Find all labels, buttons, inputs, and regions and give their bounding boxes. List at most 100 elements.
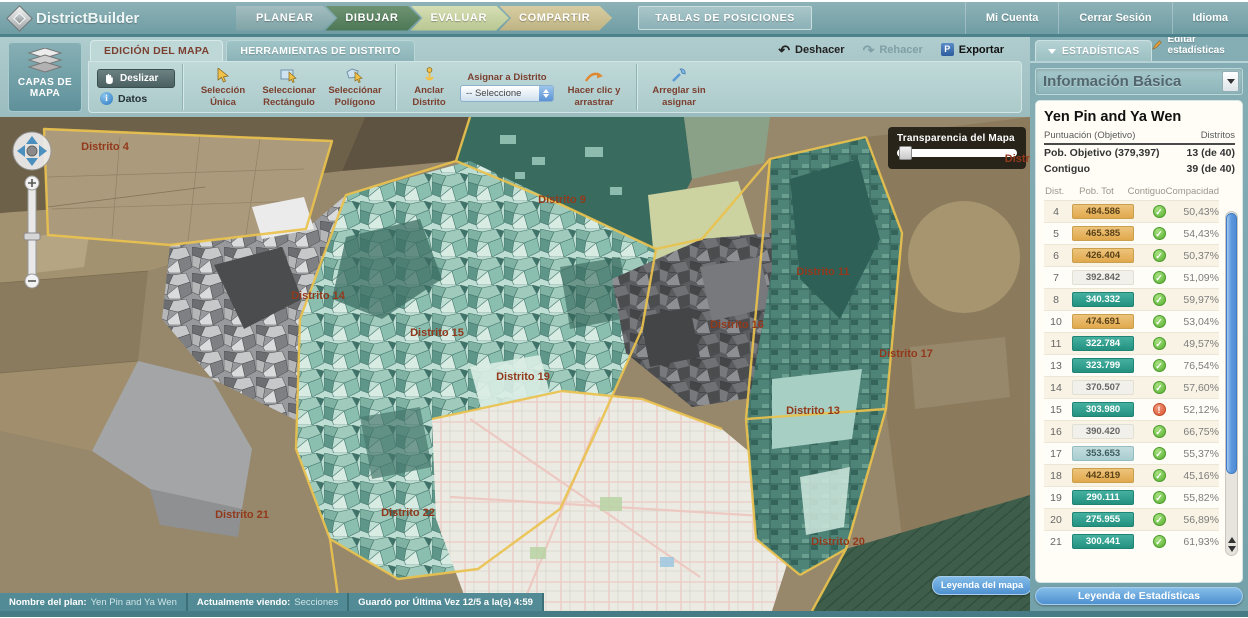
single-select-tool[interactable]: Selección Única (190, 66, 256, 107)
population-badge: 465.385 (1072, 226, 1134, 241)
stats-scrollbar[interactable] (1225, 211, 1238, 556)
district-number: 18 (1044, 470, 1068, 482)
stats-view-selector[interactable]: Información Básica (1035, 68, 1243, 95)
compactness-value: 59,97% (1180, 294, 1219, 306)
table-row[interactable]: 7 392.842 ✓ 51,09% (1044, 266, 1219, 288)
contiguity-status-icon: ✓ (1153, 469, 1166, 482)
toolbar-divider (636, 64, 637, 110)
map-transparency-slider[interactable] (897, 149, 1017, 157)
data-tool-button[interactable]: i Datos (97, 92, 175, 105)
tab-planear[interactable]: PLANEAR (236, 6, 335, 31)
scrollbar-thumb[interactable] (1226, 213, 1237, 474)
contiguity-status-icon: ✓ (1153, 205, 1166, 218)
map-canvas[interactable]: Transparencia del Mapa Leyenda del mapa … (0, 117, 1030, 611)
contiguity-status-icon: ✓ (1153, 337, 1166, 350)
main-nav: PLANEAR DIBUJAR EVALUAR COMPARTIR (236, 6, 612, 31)
map-transparency-thumb[interactable] (899, 146, 912, 160)
undo-icon: ↶ (778, 45, 790, 55)
anchor-district-tool[interactable]: Anclar Distrito (403, 66, 455, 107)
table-row[interactable]: 13 323.799 ✓ 76,54% (1044, 354, 1219, 376)
leaderboard-button[interactable]: TABLAS DE POSICIONES (638, 6, 812, 30)
redo-button[interactable]: ↷ Rehacer (863, 44, 923, 56)
pan-tool-button[interactable]: Deslizar (97, 69, 175, 88)
toolbar-divider (395, 64, 396, 110)
anchor-icon (423, 67, 436, 83)
tab-map-edit[interactable]: EDICIÓN DEL MAPA (90, 40, 223, 61)
assign-district-select[interactable]: -- Seleccione (460, 85, 554, 102)
population-badge: 392.842 (1072, 270, 1134, 285)
scroll-down-icon[interactable] (1228, 546, 1236, 552)
status-bar: Nombre del plan: Yen Pin and Ya Wen Actu… (0, 593, 544, 611)
polygon-select-icon (346, 68, 364, 83)
map-transparency-panel: Transparencia del Mapa (888, 127, 1026, 169)
export-button[interactable]: P Exportar (941, 43, 1004, 56)
map-legend-button[interactable]: Leyenda del mapa (932, 576, 1030, 595)
table-row[interactable]: 15 303.980 ! 52,12% (1044, 398, 1219, 420)
fix-unassigned-tool[interactable]: Arreglar sin asignar (644, 66, 714, 107)
district-number: 8 (1044, 294, 1068, 306)
map-pan-zoom-control[interactable] (10, 129, 54, 302)
population-badge: 353.653 (1072, 446, 1134, 461)
account-links: Mi Cuenta Cerrar Sesión Idioma (965, 2, 1248, 34)
tab-evaluar[interactable]: EVALUAR (410, 6, 509, 31)
population-badge: 323.799 (1072, 358, 1134, 373)
map-transparency-label: Transparencia del Mapa (897, 133, 1017, 144)
click-drag-tool[interactable]: Hacer clic y arrastrar (559, 66, 629, 107)
district-number: 6 (1044, 250, 1068, 262)
table-row[interactable]: 10 474.691 ✓ 53,04% (1044, 310, 1219, 332)
compactness-value: 66,75% (1180, 426, 1219, 438)
district-number: 5 (1044, 228, 1068, 240)
table-row[interactable]: 18 442.819 ✓ 45,16% (1044, 464, 1219, 486)
toolbar-divider (182, 64, 183, 110)
table-row[interactable]: 20 275.955 ✓ 56,89% (1044, 508, 1219, 530)
stats-panel: ESTADÍSTICAS Editar estadísticas Informa… (1030, 37, 1248, 611)
table-row[interactable]: 4 484.586 ✓ 50,43% (1044, 200, 1219, 222)
compactness-value: 53,04% (1180, 316, 1219, 328)
table-row[interactable]: 14 370.507 ✓ 57,60% (1044, 376, 1219, 398)
districtbuilder-logo-icon (6, 5, 33, 32)
rectangle-select-tool[interactable]: Seleccionar Rectángulo (256, 66, 322, 107)
tab-compartir[interactable]: COMPARTIR (499, 6, 612, 31)
stats-legend-button[interactable]: Leyenda de Estadísticas (1035, 587, 1243, 605)
undo-button[interactable]: ↶ Deshacer (778, 44, 844, 56)
map-layers-button[interactable]: CAPAS DE MAPA (8, 41, 82, 112)
my-account-link[interactable]: Mi Cuenta (965, 2, 1059, 34)
logout-link[interactable]: Cerrar Sesión (1058, 2, 1171, 34)
edit-statistics-button[interactable]: Editar estadísticas (1152, 34, 1242, 61)
population-badge: 370.507 (1072, 380, 1134, 395)
plan-title: Yen Pin and Ya Wen (1044, 109, 1235, 125)
tab-district-tools[interactable]: HERRAMIENTAS DE DISTRITO (226, 40, 414, 61)
table-row[interactable]: 21 300.441 ✓ 61,93% (1044, 530, 1219, 552)
dropdown-arrow-icon[interactable] (1222, 71, 1239, 92)
info-icon: i (100, 92, 113, 105)
scroll-up-icon[interactable] (1228, 537, 1236, 543)
compactness-value: 50,43% (1180, 206, 1219, 218)
contiguity-status-icon: ✓ (1153, 513, 1166, 526)
district-number: 20 (1044, 514, 1068, 526)
table-row[interactable]: 6 426.404 ✓ 50,37% (1044, 244, 1219, 266)
pencil-icon (1152, 39, 1162, 51)
table-row[interactable]: 8 340.332 ✓ 59,97% (1044, 288, 1219, 310)
district-number: 16 (1044, 426, 1068, 438)
district-number: 14 (1044, 382, 1068, 394)
population-badge: 290.111 (1072, 490, 1134, 505)
table-row[interactable]: 19 290.111 ✓ 55,82% (1044, 486, 1219, 508)
contiguity-status-icon: ! (1153, 403, 1166, 416)
compactness-value: 55,82% (1180, 492, 1219, 504)
population-badge: 426.404 (1072, 248, 1134, 263)
tab-dibujar[interactable]: DIBUJAR (325, 6, 420, 31)
tab-statistics[interactable]: ESTADÍSTICAS (1035, 40, 1152, 61)
layers-button-label: CAPAS DE MAPA (9, 77, 81, 99)
polygon-select-tool[interactable]: Selecciónar Polígono (322, 66, 388, 107)
table-row[interactable]: 17 353.653 ✓ 55,37% (1044, 442, 1219, 464)
table-row[interactable]: 5 465.385 ✓ 54,43% (1044, 222, 1219, 244)
toolbar-tabs: EDICIÓN DEL MAPA HERRAMIENTAS DE DISTRIT… (90, 40, 415, 61)
compactness-value: 57,60% (1180, 382, 1219, 394)
cursor-icon (217, 68, 229, 83)
assign-district-group: Asignar a Distrito -- Seleccione (455, 72, 559, 102)
language-link[interactable]: Idioma (1172, 2, 1248, 34)
table-row[interactable]: 11 322.784 ✓ 49,57% (1044, 332, 1219, 354)
table-row[interactable]: 16 390.420 ✓ 66,75% (1044, 420, 1219, 442)
contiguity-status-icon: ✓ (1153, 271, 1166, 284)
table-header: Dist. Pob. Tot Contiguo Compacidad (1044, 186, 1235, 200)
